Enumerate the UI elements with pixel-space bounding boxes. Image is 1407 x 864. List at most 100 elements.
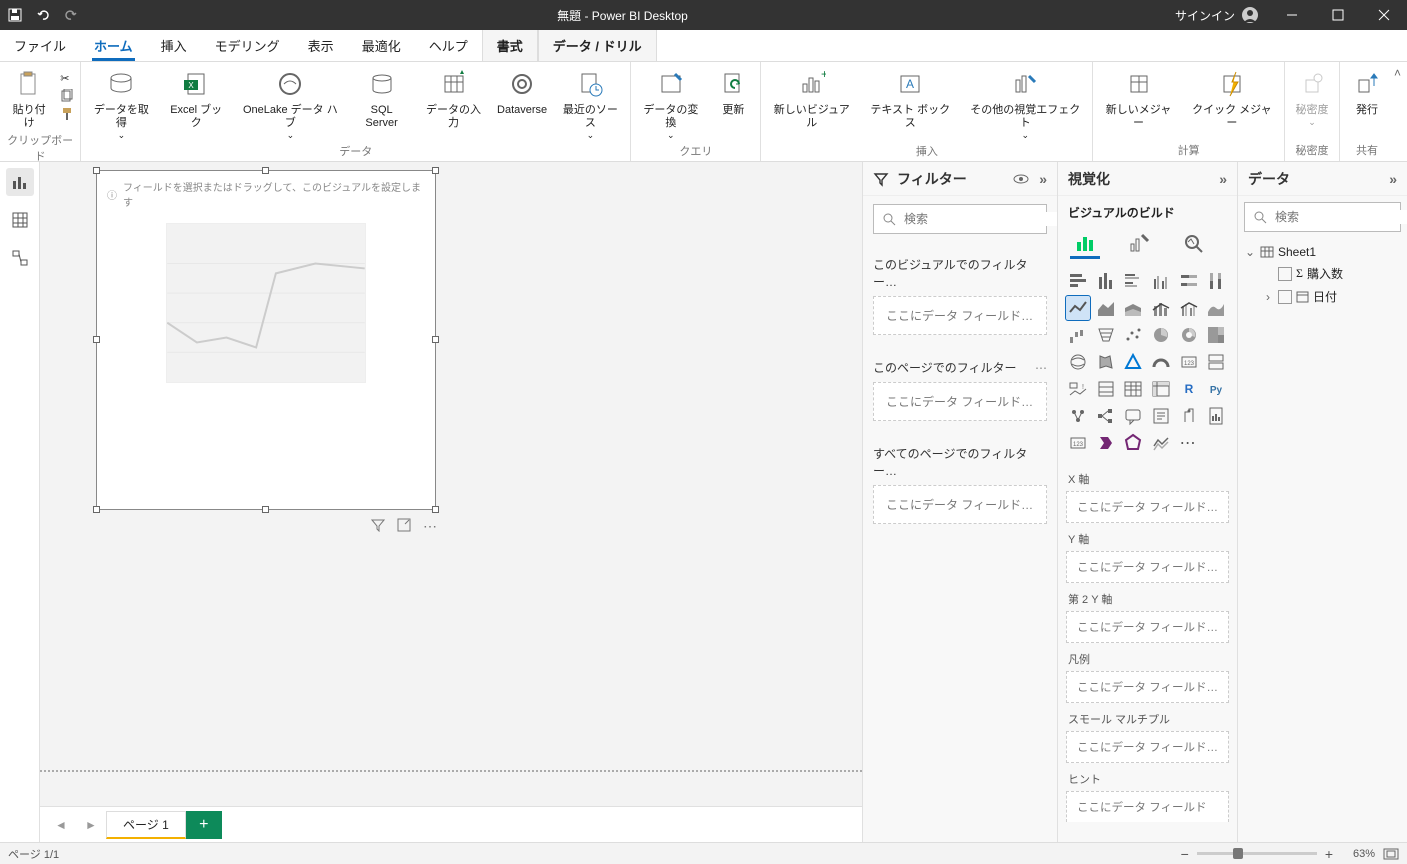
refresh-button[interactable]: 更新 [708,64,758,117]
more-icon[interactable]: ⋯ [1035,361,1047,375]
well-drop-tooltip[interactable]: ここにデータ フィールド [1066,791,1229,822]
tab-modeling[interactable]: モデリング [201,30,294,61]
viz-goals-icon[interactable] [1177,404,1201,428]
viz-100-column-icon[interactable] [1204,269,1228,293]
minimize-button[interactable] [1269,0,1315,30]
viz-smart-narrative-icon[interactable] [1149,404,1173,428]
enter-data-button[interactable]: データの入力 [415,64,491,130]
filter-dropwell-all[interactable]: ここにデータ フィールド… [873,485,1047,524]
viz-funnel-icon[interactable] [1094,323,1118,347]
collapse-pane-icon[interactable]: » [1219,171,1227,187]
more-options-icon[interactable]: ⋯ [423,518,437,535]
save-icon[interactable] [6,6,24,24]
viz-donut-icon[interactable] [1177,323,1201,347]
paste-button[interactable]: 貼り付け [2,64,56,130]
redo-icon[interactable] [62,6,80,24]
viz-clustered-column-icon[interactable] [1149,269,1173,293]
viz-map-icon[interactable] [1066,350,1090,374]
collapse-pane-icon[interactable]: » [1039,171,1047,187]
page-tab[interactable]: ページ 1 [106,811,186,839]
viz-table-icon[interactable] [1121,377,1145,401]
field-row[interactable]: › 日付 [1262,285,1401,308]
resize-handle[interactable] [432,167,439,174]
zoom-in-button[interactable]: + [1325,846,1333,862]
close-button[interactable] [1361,0,1407,30]
onelake-button[interactable]: OneLake データ ハブ⌄ [233,64,348,141]
sensitivity-button[interactable]: 秘密度⌄ [1287,64,1337,128]
model-view-icon[interactable] [6,244,34,272]
tab-help[interactable]: ヘルプ [415,30,482,61]
get-data-button[interactable]: データを取得⌄ [83,64,159,141]
page-prev-icon[interactable]: ◄ [46,811,76,839]
dataverse-button[interactable]: Dataverse [492,64,553,117]
signin-button[interactable]: サインイン [1165,6,1269,24]
table-node[interactable]: ⌄ Sheet1 [1244,242,1401,262]
viz-waterfall-icon[interactable] [1066,323,1090,347]
viz-area-icon[interactable] [1094,296,1118,320]
visual-filter-icon[interactable] [371,518,385,535]
add-page-button[interactable]: + [186,811,222,839]
tab-home[interactable]: ホーム [80,30,147,61]
viz-filled-map-icon[interactable] [1094,350,1118,374]
quick-measure-button[interactable]: クイック メジャー [1182,64,1282,130]
resize-handle[interactable] [262,506,269,513]
more-visuals-button[interactable]: その他の視覚エフェクト⌄ [960,64,1090,141]
cut-button[interactable]: ✂ [56,70,78,87]
transform-button[interactable]: データの変換⌄ [633,64,708,141]
viz-power-apps-icon[interactable]: 123 [1066,431,1090,455]
analytics-tab[interactable] [1178,229,1208,259]
viz-clustered-bar-icon[interactable] [1121,269,1145,293]
resize-handle[interactable] [93,506,100,513]
format-painter-button[interactable] [56,105,78,123]
viz-kpi-icon[interactable]: ! [1066,377,1090,401]
resize-handle[interactable] [93,336,100,343]
data-search-input[interactable] [1275,210,1407,224]
viz-scatter-icon[interactable] [1121,323,1145,347]
well-drop-y[interactable]: ここにデータ フィールド… [1066,551,1229,583]
filters-search[interactable] [873,204,1047,234]
focus-mode-icon[interactable] [397,518,411,535]
viz-more-icon[interactable]: ⋯ [1177,431,1201,455]
viz-gauge-icon[interactable] [1149,350,1173,374]
viz-matrix-icon[interactable] [1149,377,1173,401]
viz-line-icon[interactable] [1066,296,1090,320]
viz-pie-icon[interactable] [1149,323,1173,347]
viz-stacked-area-icon[interactable] [1121,296,1145,320]
viz-qna-icon[interactable] [1121,404,1145,428]
viz-100-bar-icon[interactable] [1177,269,1201,293]
tab-file[interactable]: ファイル [0,30,80,61]
filters-search-input[interactable] [904,212,1057,226]
resize-handle[interactable] [432,506,439,513]
resize-handle[interactable] [93,167,100,174]
tab-data-drill[interactable]: データ / ドリル [538,30,657,61]
build-visual-tab[interactable] [1070,229,1100,259]
zoom-level[interactable]: 63% [1341,848,1375,860]
publish-button[interactable]: 発行 [1342,64,1392,117]
viz-arcgis-icon[interactable] [1121,431,1145,455]
collapse-pane-icon[interactable]: » [1389,171,1397,187]
well-drop-x[interactable]: ここにデータ フィールド… [1066,491,1229,523]
page-next-icon[interactable]: ► [76,811,106,839]
resize-handle[interactable] [432,336,439,343]
ribbon-collapse-icon[interactable]: ˄ [1394,66,1401,80]
viz-python-icon[interactable]: Py [1204,377,1228,401]
maximize-button[interactable] [1315,0,1361,30]
zoom-slider[interactable] [1197,852,1317,855]
well-drop-y2[interactable]: ここにデータ フィールド… [1066,611,1229,643]
visual-placeholder[interactable]: ⓘ フィールドを選択またはドラッグして、このビジュアルを設定します ⋯ [96,170,436,510]
copy-button[interactable] [56,87,78,105]
viz-azure-map-icon[interactable] [1121,350,1145,374]
tab-format[interactable]: 書式 [482,30,538,61]
tab-view[interactable]: 表示 [294,30,348,61]
sql-button[interactable]: SQL Server [348,64,416,130]
viz-power-automate-icon[interactable] [1094,431,1118,455]
viz-multi-row-card-icon[interactable] [1204,350,1228,374]
format-visual-tab[interactable] [1124,229,1154,259]
zoom-thumb[interactable] [1233,848,1243,859]
viz-r-icon[interactable]: R [1177,377,1201,401]
viz-key-influencers-icon[interactable] [1066,404,1090,428]
field-checkbox[interactable] [1278,290,1292,304]
viz-decomposition-tree-icon[interactable] [1094,404,1118,428]
viz-stacked-column-icon[interactable] [1094,269,1118,293]
filter-dropwell-visual[interactable]: ここにデータ フィールド… [873,296,1047,335]
